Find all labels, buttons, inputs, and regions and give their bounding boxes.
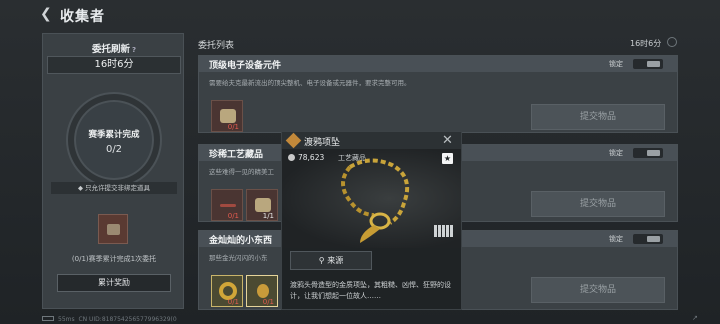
card-name: 顶级电子设备元件 — [209, 61, 282, 71]
submit-button[interactable]: 提交物品 — [531, 277, 665, 303]
card-desc: 这些难得一见的精美工 — [209, 168, 274, 176]
lock-toggle[interactable] — [633, 148, 663, 158]
item-value: 78,623 — [288, 153, 324, 162]
battery-icon — [42, 316, 54, 321]
reward-desc: (0/1)赛季累计完成1次委托 — [71, 255, 157, 263]
grid-size-icon — [434, 225, 454, 237]
star-icon[interactable]: ★ — [442, 153, 453, 164]
list-title: 委托列表 — [198, 41, 235, 51]
slot-count: 0/1 — [227, 212, 239, 220]
panel-title: 委托刷新? — [43, 41, 185, 55]
close-icon[interactable]: ✕ — [442, 133, 453, 148]
search-icon: ⚲ — [318, 256, 328, 265]
season-progress-ring: 赛季累计完成 0/2 — [68, 94, 160, 186]
popup-header: 渡鸦项坠 ✕ — [282, 132, 461, 149]
refresh-timer: 16时6分 — [47, 56, 181, 74]
gold-ring-icon[interactable]: 0/1 — [211, 275, 243, 307]
item-shape — [220, 204, 236, 207]
item-shape — [257, 284, 269, 298]
header: ❮ 收集者 — [0, 0, 720, 30]
progress-value: 0/2 — [105, 144, 123, 155]
item-image: 78,623 工艺藏品 ★ — [282, 149, 461, 248]
chevron-left-icon[interactable]: ❮ — [40, 6, 52, 22]
submit-button[interactable]: 提交物品 — [531, 104, 665, 130]
card-desc: 需要给夫克最新流出的顶尖整机、电子设备或元器件，要求完整可用。 — [209, 79, 411, 87]
note-text: 只允许提交非绑定道具 — [85, 184, 151, 192]
lock-toggle[interactable] — [633, 234, 663, 244]
item-description: 渡鸦头骨造型的金质项坠，其粗糙、凶悍、狂野的设计，让我们想起一位故人…… — [290, 281, 451, 300]
item-shape — [220, 109, 236, 123]
chest-icon[interactable] — [98, 214, 128, 244]
non-bound-note: ◆ 只允许提交非绑定道具 — [51, 182, 177, 194]
info-icon: ◆ — [77, 184, 86, 192]
source-button[interactable]: ⚲ 来源 — [290, 251, 372, 270]
submit-button[interactable]: 提交物品 — [531, 191, 665, 217]
slot-count: 0/1 — [227, 123, 239, 131]
slot-count: 0/1 — [262, 298, 274, 306]
lock-label: 锁定 — [609, 149, 623, 157]
sword-icon[interactable]: 0/1 — [211, 189, 243, 221]
page-title: 收集者 — [60, 9, 105, 25]
card-desc: 那些金光闪闪的小东 — [209, 254, 268, 262]
slot-count: 1/1 — [262, 212, 274, 220]
lock-toggle[interactable] — [633, 59, 663, 69]
source-label: 来源 — [327, 256, 344, 265]
list-timer: 16时6分 — [630, 39, 662, 48]
card-header: 顶级电子设备元件 锁定 — [199, 56, 677, 72]
cumulative-reward-button[interactable]: 累计奖励 — [57, 274, 171, 292]
item-shape — [255, 198, 271, 212]
lock-label: 锁定 — [609, 235, 623, 243]
card-name: 珍稀工艺藏品 — [209, 150, 264, 160]
diamond-icon — [285, 132, 302, 149]
expand-icon[interactable]: ↗ — [692, 314, 702, 322]
item-name: 渡鸦项坠 — [304, 138, 341, 148]
uid: CN UID:818754256577996329(0 — [78, 316, 177, 323]
electronics-icon[interactable]: 0/1 — [211, 100, 243, 132]
commission-card: 顶级电子设备元件 锁定 需要给夫克最新流出的顶尖整机、电子设备或元器件，要求完整… — [198, 55, 678, 133]
raven-pendant-art — [341, 158, 409, 243]
progress-label: 赛季累计完成 — [88, 130, 140, 140]
commission-refresh-panel: 委托刷新? 16时6分 赛季累计完成 0/2 ◆ 只允许提交非绑定道具 (0/1… — [42, 33, 184, 309]
refresh-icon[interactable] — [667, 37, 677, 47]
lock-label: 锁定 — [609, 60, 623, 68]
status-bar: 55ms CN UID:818754256577996329(0 — [42, 316, 177, 323]
value-text: 78,623 — [298, 153, 325, 162]
coin-icon — [288, 154, 295, 161]
card-name: 金灿灿的小东西 — [209, 236, 273, 246]
ping: 55ms — [58, 316, 75, 323]
lantern-icon[interactable]: 1/1 — [246, 189, 278, 221]
panel-title-label: 委托刷新 — [91, 44, 130, 55]
question-icon[interactable]: ? — [132, 46, 136, 54]
item-detail-popup: 渡鸦项坠 ✕ 78,623 工艺藏品 ★ ⚲ 来源 渡鸦头骨造型的金质项坠，其粗… — [281, 131, 462, 310]
gold-pendant-icon[interactable]: 0/1 — [246, 275, 278, 307]
slot-count: 0/1 — [227, 298, 239, 306]
screen: ❮ 收集者 委托刷新? 16时6分 赛季累计完成 0/2 ◆ 只允许提交非绑定道… — [0, 0, 720, 324]
